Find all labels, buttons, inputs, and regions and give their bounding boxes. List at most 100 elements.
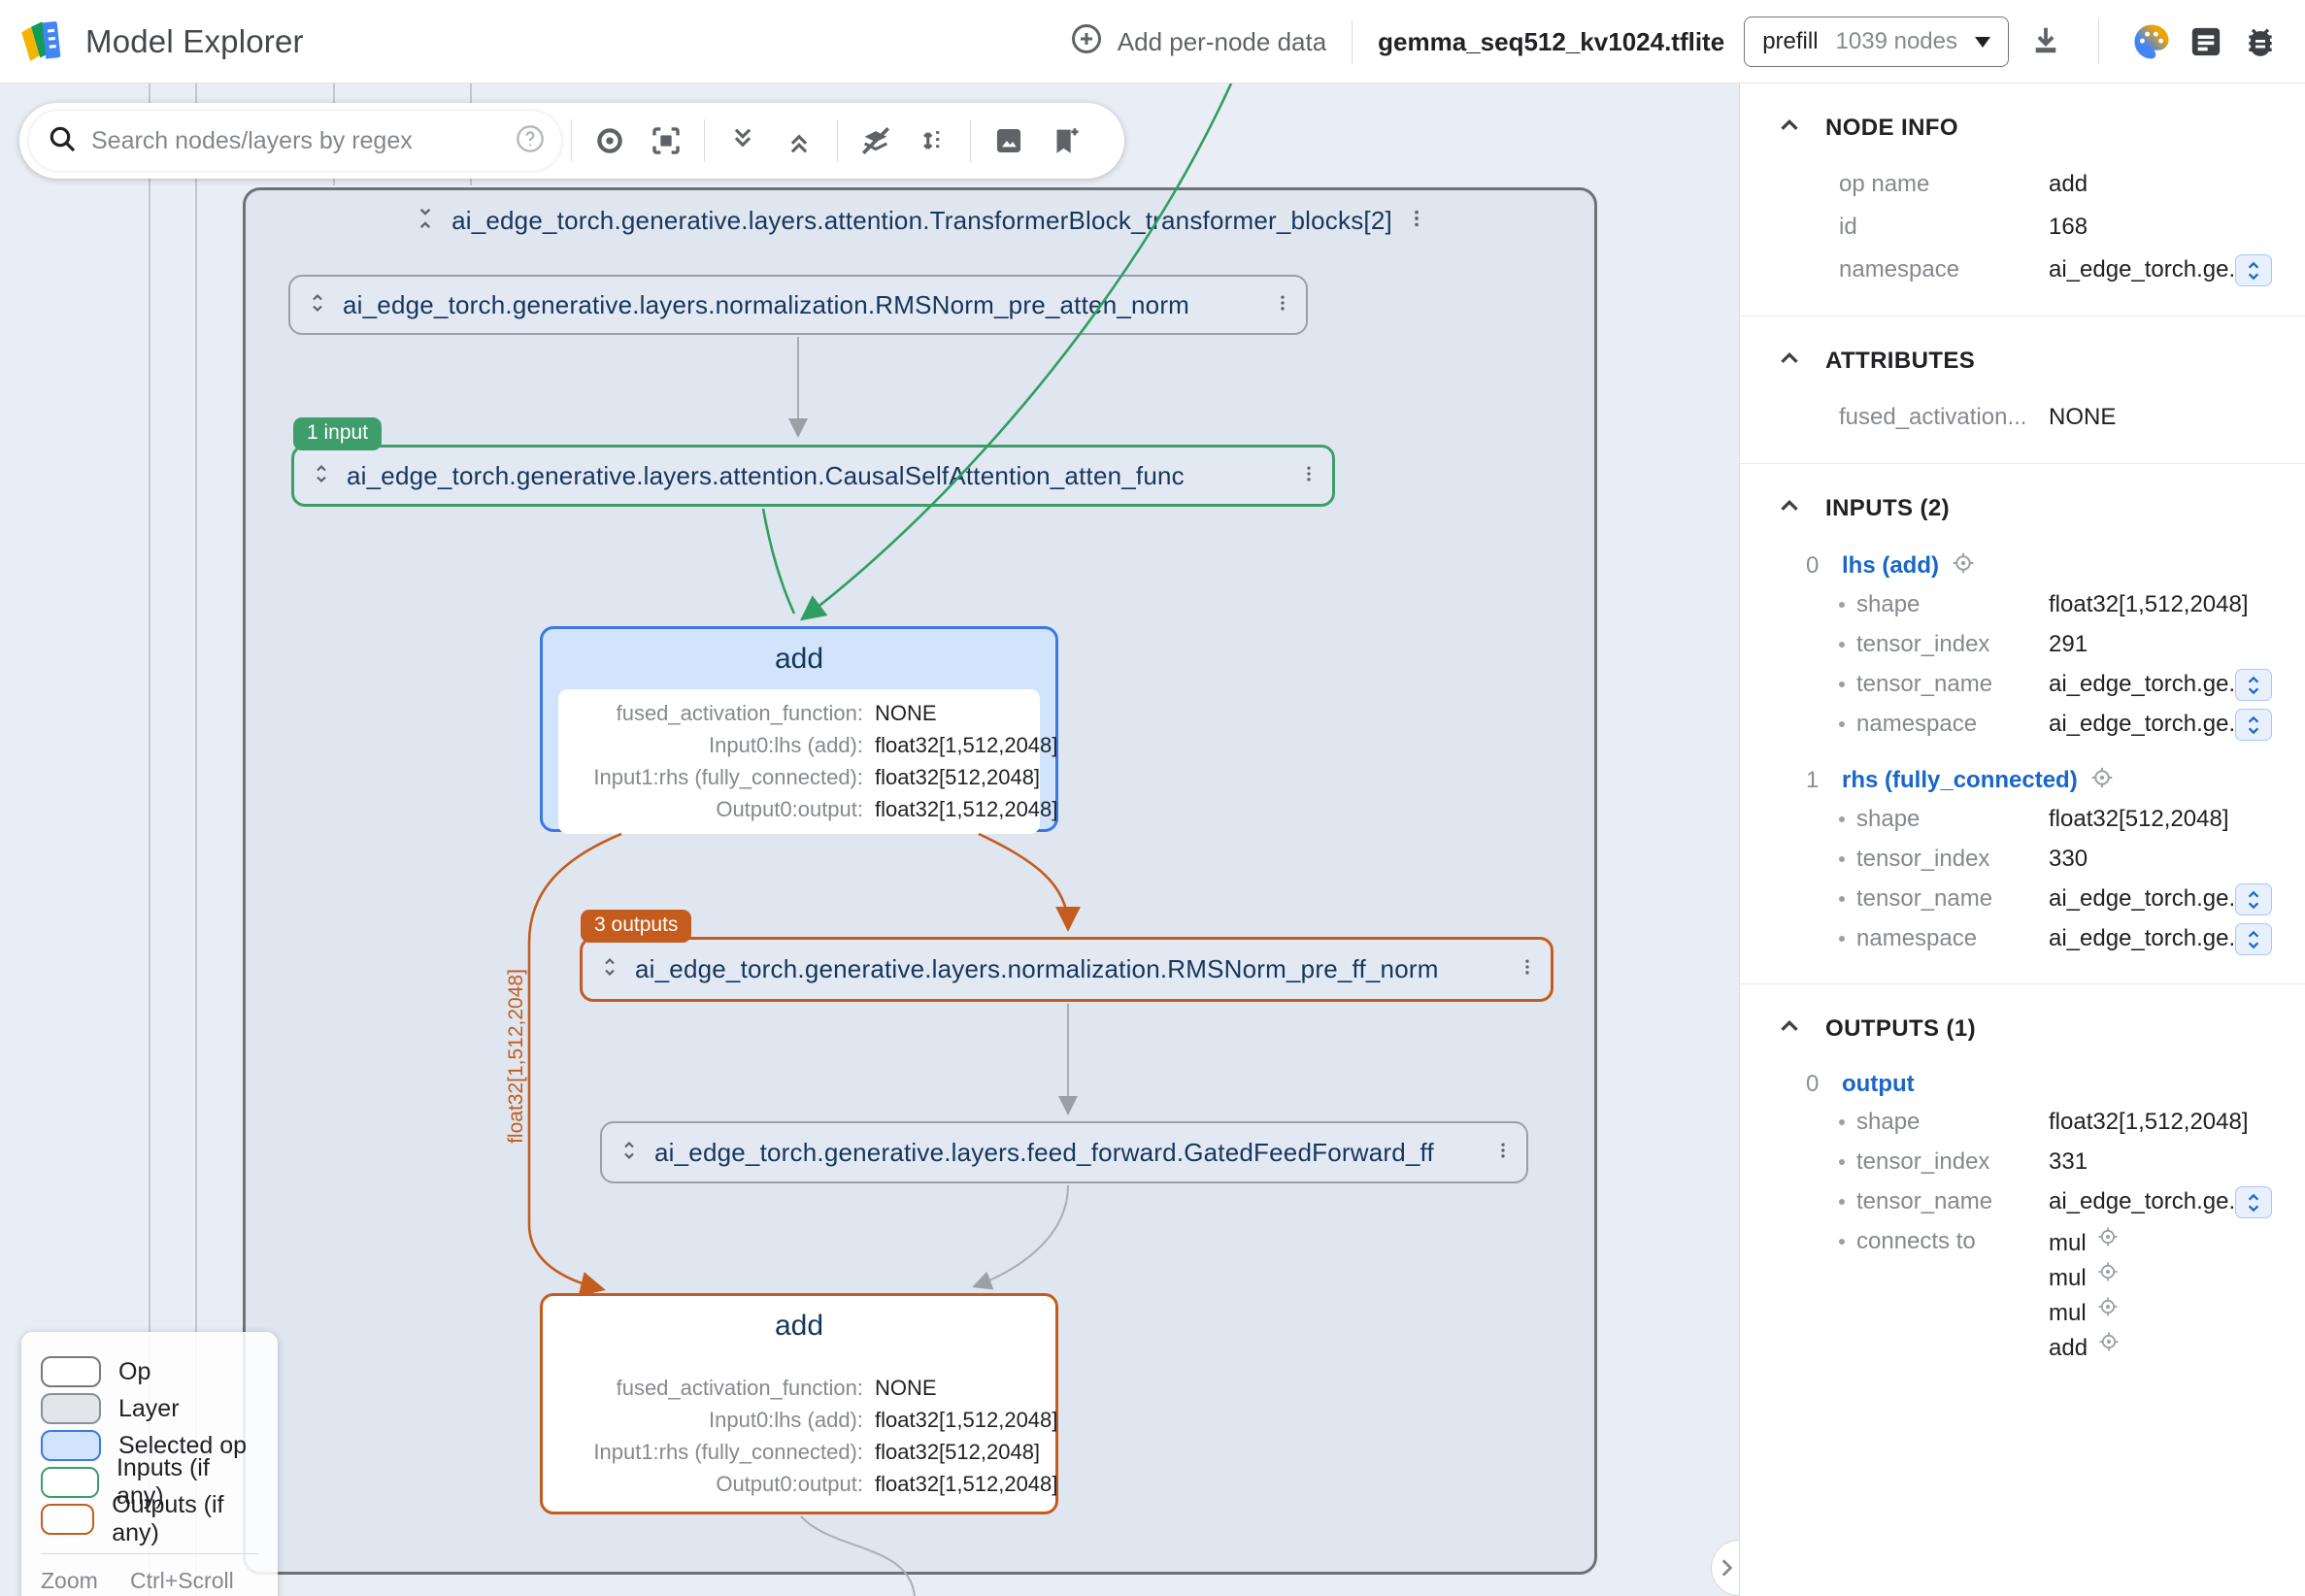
node-menu-icon[interactable] bbox=[1299, 464, 1319, 488]
bullet bbox=[1839, 642, 1845, 648]
expand-text-button[interactable] bbox=[2235, 1186, 2272, 1218]
legend-divider bbox=[41, 1553, 258, 1554]
bullet bbox=[1839, 936, 1845, 942]
output-name: output bbox=[1842, 1071, 1915, 1098]
node-label: ai_edge_torch.generative.layers.normaliz… bbox=[635, 954, 1518, 984]
connected-node[interactable]: add bbox=[2049, 1330, 2218, 1365]
expand-text-button[interactable] bbox=[2235, 709, 2272, 741]
input-name-link[interactable]: rhs (fully_connected) bbox=[1842, 767, 2078, 794]
trace-io-icon[interactable] bbox=[582, 113, 638, 169]
toolbar-divider bbox=[704, 119, 705, 162]
info-row: namespaceai_edge_torch.ge... bbox=[1839, 253, 2305, 286]
flatten-layers-icon[interactable] bbox=[848, 113, 904, 169]
locate-node-icon[interactable] bbox=[2097, 1330, 2121, 1365]
node-menu-icon[interactable] bbox=[1273, 293, 1292, 317]
collapse-all-layers-icon[interactable] bbox=[771, 113, 827, 169]
locate-node-icon[interactable] bbox=[2096, 1225, 2120, 1260]
section-attributes: ATTRIBUTES fused_activation...NONE bbox=[1740, 316, 2305, 464]
node-menu-icon[interactable] bbox=[1493, 1141, 1513, 1165]
zoom-to-fit-icon[interactable] bbox=[638, 113, 694, 169]
download-png-icon[interactable] bbox=[981, 113, 1037, 169]
snapshot-bookmark-icon[interactable] bbox=[1037, 113, 1093, 169]
expand-text-button[interactable] bbox=[2235, 669, 2272, 701]
info-row: op nameadd bbox=[1839, 168, 2305, 201]
app-title: Model Explorer bbox=[85, 23, 304, 60]
search-icon bbox=[47, 123, 78, 159]
attr-row: fused_activation...NONE bbox=[1839, 401, 2305, 434]
expand-node-icon[interactable] bbox=[598, 955, 621, 983]
locate-node-icon[interactable] bbox=[2089, 765, 2115, 795]
node-label: ai_edge_torch.generative.layers.feed_for… bbox=[654, 1138, 1493, 1168]
expand-node-icon[interactable] bbox=[310, 462, 333, 490]
locate-node-icon[interactable] bbox=[2096, 1295, 2120, 1330]
chevron-up-icon bbox=[1775, 111, 1804, 145]
node-menu-icon[interactable] bbox=[1518, 957, 1537, 981]
section-header[interactable]: OUTPUTS (1) bbox=[1775, 1012, 2305, 1046]
collapse-layer-icon[interactable] bbox=[413, 206, 438, 236]
connects-to-row: connects to mul mul mul add bbox=[1839, 1225, 2305, 1365]
connected-node[interactable]: mul bbox=[2049, 1260, 2218, 1295]
add-per-node-data-button[interactable]: Add per-node data bbox=[1069, 21, 1326, 63]
node-label: ai_edge_torch.generative.layers.normaliz… bbox=[343, 290, 1273, 320]
node-details-panel[interactable]: NODE INFO op nameadd id168 namespaceai_e… bbox=[1739, 83, 2305, 1596]
graph-canvas[interactable]: ai_edge_torch.generative.layers.attentio… bbox=[0, 83, 1739, 1596]
expand-all-layers-icon[interactable] bbox=[715, 113, 771, 169]
node-rmsnorm-pre-ff[interactable]: ai_edge_torch.generative.layers.normaliz… bbox=[580, 937, 1553, 1002]
attr-value: NONE bbox=[875, 701, 1057, 726]
connected-node[interactable]: mul bbox=[2049, 1225, 2218, 1260]
bullet bbox=[1839, 856, 1845, 862]
inputs-swatch bbox=[41, 1467, 99, 1498]
expand-text-button[interactable] bbox=[2235, 923, 2272, 955]
canvas-toolbar bbox=[19, 103, 1124, 179]
detail-row: tensor_nameai_edge_torch.ge... bbox=[1839, 1185, 2305, 1217]
layer-title-row[interactable]: ai_edge_torch.generative.layers.attentio… bbox=[246, 206, 1594, 236]
node-rmsnorm-pre-atten[interactable]: ai_edge_torch.generative.layers.normaliz… bbox=[288, 275, 1308, 335]
layer-menu-icon[interactable] bbox=[1406, 208, 1427, 234]
bullet bbox=[1839, 721, 1845, 727]
graph-node-count: 1039 nodes bbox=[1836, 28, 1957, 55]
legend-item-op: Op bbox=[41, 1353, 258, 1390]
theme-palette-icon[interactable] bbox=[2124, 15, 2179, 69]
node-causal-self-attention[interactable]: ai_edge_torch.generative.layers.attentio… bbox=[291, 445, 1335, 507]
layer-swatch bbox=[41, 1393, 101, 1424]
divider bbox=[1352, 19, 1353, 64]
op-attr-card: fused_activation_function:NONE Input0:lh… bbox=[558, 689, 1040, 834]
chevron-up-icon bbox=[1775, 491, 1804, 525]
outputs-swatch bbox=[41, 1504, 94, 1535]
attr-value: float32[512,2048] bbox=[875, 765, 1057, 790]
section-header[interactable]: INPUTS (2) bbox=[1775, 491, 2305, 525]
attr-value: float32[1,512,2048] bbox=[875, 1472, 1057, 1497]
search-box[interactable] bbox=[29, 111, 561, 171]
expand-node-icon[interactable] bbox=[306, 291, 329, 319]
documentation-icon[interactable] bbox=[2179, 15, 2233, 69]
node-add-downstream[interactable]: add fused_activation_function:NONE Input… bbox=[540, 1293, 1058, 1514]
node-gated-feed-forward[interactable]: ai_edge_torch.generative.layers.feed_for… bbox=[600, 1121, 1528, 1183]
attr-value: float32[512,2048] bbox=[875, 1440, 1057, 1465]
op-swatch bbox=[41, 1356, 101, 1387]
connected-node[interactable]: mul bbox=[2049, 1295, 2218, 1330]
locate-node-icon[interactable] bbox=[1951, 550, 1976, 581]
section-header[interactable]: NODE INFO bbox=[1775, 111, 2305, 145]
expand-text-button[interactable] bbox=[2235, 254, 2272, 286]
expand-panel-button[interactable] bbox=[1711, 1540, 1739, 1596]
expand-text-button[interactable] bbox=[2235, 883, 2272, 915]
detail-row: tensor_index330 bbox=[1839, 843, 2305, 875]
bullet bbox=[1839, 1159, 1845, 1165]
node-add-selected[interactable]: add fused_activation_function:NONE Input… bbox=[540, 626, 1058, 832]
input-name-link[interactable]: lhs (add) bbox=[1842, 552, 1939, 580]
attr-value: float32[1,512,2048] bbox=[875, 1408, 1057, 1433]
report-bug-icon[interactable] bbox=[2233, 15, 2288, 69]
section-header[interactable]: ATTRIBUTES bbox=[1775, 344, 2305, 378]
plus-circle-icon bbox=[1069, 21, 1104, 63]
layout-direction-icon[interactable] bbox=[904, 113, 960, 169]
graph-legend: Op Layer Selected op Inputs (if any) Out… bbox=[21, 1332, 278, 1596]
search-input[interactable] bbox=[91, 127, 515, 155]
locate-node-icon[interactable] bbox=[2096, 1260, 2120, 1295]
export-graph-icon[interactable] bbox=[2019, 15, 2073, 69]
divider bbox=[2098, 19, 2099, 64]
bullet bbox=[1839, 602, 1845, 608]
expand-node-icon[interactable] bbox=[618, 1139, 641, 1167]
section-node-info: NODE INFO op nameadd id168 namespaceai_e… bbox=[1740, 83, 2305, 316]
graph-selector-dropdown[interactable]: prefill 1039 nodes bbox=[1744, 17, 2009, 67]
search-help-icon[interactable] bbox=[515, 123, 546, 159]
